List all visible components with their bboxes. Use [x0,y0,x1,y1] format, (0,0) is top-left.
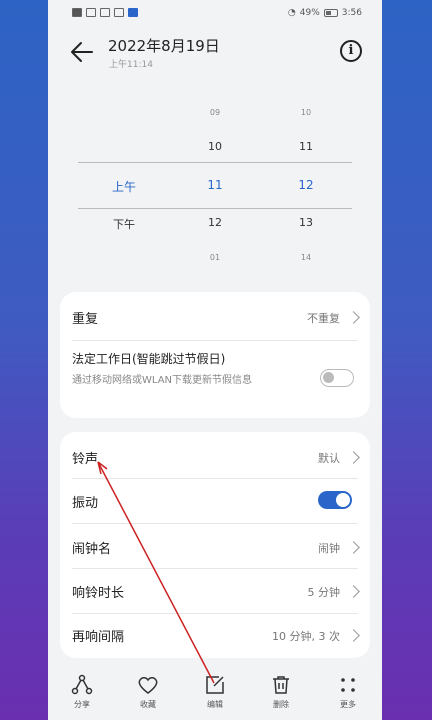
chevron-right-icon [347,311,360,324]
snooze-value: 10 分钟, 3 次 [272,630,340,643]
vibrate-row[interactable]: 振动 [72,492,358,512]
repeat-label: 重复 [72,312,99,327]
hour-option[interactable]: 10 [195,140,235,153]
phone-screen: ◔ 49% 3:56 2022年8月19日 上午11:14 i 09 10 11… [48,0,382,720]
repeat-card: 重复 不重复 法定工作日(智能跳过节假日) 通过移动网络或WLAN下载更新节假信… [60,292,370,418]
workday-desc: 通过移动网络或WLAN下载更新节假信息 [72,375,253,386]
ringtone-label: 铃声 [72,452,99,467]
ring-duration-value: 5 分钟 [307,586,341,599]
share-button[interactable]: 分享 [54,674,110,710]
toggle-knob [323,372,334,383]
ring-duration-row[interactable]: 响铃时长 5 分钟 [72,582,360,602]
status-icons-left [72,8,138,17]
divider [72,523,358,524]
status-icons-right: ◔ 49% 3:56 [288,8,362,18]
toggle-knob [336,493,350,507]
mute-icon [114,8,124,17]
vibrate-label: 振动 [72,496,99,511]
share-label: 分享 [74,700,90,709]
divider [72,478,358,479]
ringtone-value: 默认 [318,452,340,465]
snooze-label: 再响间隔 [72,630,125,645]
share-icon [71,674,93,695]
snooze-row[interactable]: 再响间隔 10 分钟, 3 次 [72,626,360,646]
hour-option[interactable]: 01 [195,253,235,262]
ringtone-row[interactable]: 铃声 默认 [72,448,360,468]
chevron-right-icon [347,585,360,598]
minute-option[interactable]: 14 [286,253,326,262]
workday-label: 法定工作日(智能跳过节假日) [72,352,226,366]
vibrate-toggle[interactable] [318,491,352,509]
picker-line-top [78,162,352,163]
workday-row[interactable]: 法定工作日(智能跳过节假日) [72,350,358,370]
alarm-name-label: 闹钟名 [72,542,112,557]
battery-icon [323,9,338,17]
chevron-right-icon [347,541,360,554]
more-label: 更多 [340,700,356,709]
edit-label: 编辑 [207,700,223,709]
app-notification-icon [128,8,138,17]
sim-icon [72,8,82,17]
chevron-right-icon [347,629,360,642]
page-title: 2022年8月19日 [108,37,220,55]
divider [72,568,358,569]
wifi-icon [100,8,110,17]
hour-selected[interactable]: 11 [195,178,235,192]
minute-option[interactable]: 13 [286,216,326,229]
battery-percent: 49% [299,8,320,18]
repeat-row[interactable]: 重复 不重复 [72,308,360,328]
edit-button[interactable]: 编辑 [187,674,243,710]
period-selected[interactable]: 上午 [104,178,144,195]
repeat-value: 不重复 [307,312,340,325]
more-button[interactable]: 更多 [320,674,376,710]
chevron-right-icon [347,451,360,464]
time-picker[interactable]: 09 10 11 12 01 10 11 12 13 14 上午 下午 [48,98,382,278]
delete-label: 删除 [273,700,289,709]
bottom-toolbar: 分享 收藏 编辑 删除 更多 [48,668,382,720]
heart-icon [138,677,158,694]
divider [72,613,358,614]
edit-icon [206,676,224,694]
signal-icon [86,8,96,17]
hour-option[interactable]: 12 [195,216,235,229]
minute-option[interactable]: 10 [286,108,326,117]
minute-option[interactable]: 11 [286,140,326,153]
delete-button[interactable]: 删除 [253,674,309,710]
back-button[interactable] [68,38,96,66]
alarm-name-row[interactable]: 闹钟名 闹钟 [72,538,360,558]
speed-icon: ◔ [287,8,296,18]
ring-duration-label: 响铃时长 [72,586,125,601]
clock: 3:56 [341,8,362,18]
alarm-name-value: 闹钟 [318,542,340,555]
picker-line-bottom [78,208,352,209]
status-bar: ◔ 49% 3:56 [48,0,382,28]
favorite-button[interactable]: 收藏 [120,674,176,710]
trash-icon [273,676,289,694]
divider [72,340,358,341]
period-option[interactable]: 下午 [104,216,144,232]
minute-selected[interactable]: 12 [286,178,326,192]
info-icon[interactable]: i [340,40,362,62]
arrow-left-icon [71,42,93,62]
ringtone-card: 铃声 默认 振动 闹钟名 闹钟 响铃时长 5 分钟 再响间隔 10 分钟, 3 … [60,432,370,658]
page-subtitle: 上午11:14 [109,60,153,70]
workday-toggle[interactable] [320,369,354,387]
favorite-label: 收藏 [140,700,156,709]
hour-option[interactable]: 09 [195,108,235,117]
more-dots-icon [341,678,355,692]
